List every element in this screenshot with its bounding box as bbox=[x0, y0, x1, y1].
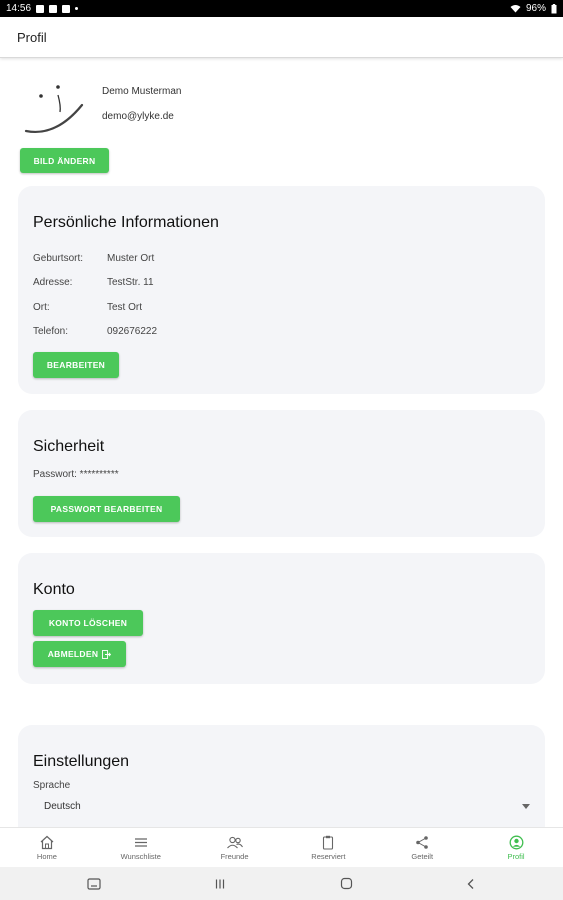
more-notifications-icon bbox=[75, 7, 79, 10]
nav-item-wishlist[interactable]: Wunschliste bbox=[94, 828, 188, 867]
language-select[interactable]: Deutsch bbox=[33, 795, 530, 817]
address-value: TestStr. 11 bbox=[107, 277, 154, 288]
chevron-down-icon bbox=[522, 803, 530, 809]
nav-label-home: Home bbox=[36, 851, 57, 861]
notification-icon bbox=[49, 4, 58, 13]
recent-apps-icon[interactable] bbox=[214, 878, 226, 890]
edit-password-button[interactable]: PASSWORT BEARBEITEN bbox=[33, 496, 180, 522]
user-name: Demo Musterman bbox=[102, 86, 182, 97]
wifi-icon bbox=[510, 5, 521, 13]
bottom-navigation: Home Wunschliste Freunde Reserviert Gete… bbox=[0, 827, 563, 867]
account-card: Konto KONTO LÖSCHEN ABMELDEN bbox=[18, 553, 545, 684]
birthplace-value: Muster Ort bbox=[107, 253, 155, 264]
account-title: Konto bbox=[33, 581, 75, 598]
nav-label-reserved: Reserviert bbox=[311, 851, 346, 861]
birthplace-label: Geburtsort: bbox=[33, 253, 84, 264]
settings-title: Einstellungen bbox=[33, 753, 130, 770]
system-navigation-bar bbox=[0, 867, 563, 900]
clipboard-icon bbox=[323, 835, 334, 850]
delete-account-button[interactable]: KONTO LÖSCHEN bbox=[33, 610, 143, 636]
home-icon bbox=[40, 835, 54, 849]
nav-item-friends[interactable]: Freunde bbox=[188, 828, 282, 867]
nav-label-profile: Profil bbox=[507, 851, 525, 861]
battery-icon bbox=[551, 3, 557, 13]
page-title: Profil bbox=[17, 29, 47, 45]
list-icon bbox=[134, 837, 147, 847]
notification-icon bbox=[36, 4, 45, 13]
profile-icon bbox=[509, 835, 523, 849]
share-icon bbox=[416, 835, 429, 849]
city-label: Ort: bbox=[33, 302, 50, 313]
nav-item-reserved[interactable]: Reserviert bbox=[281, 828, 375, 867]
nav-item-profile[interactable]: Profil bbox=[469, 828, 563, 867]
nav-item-shared[interactable]: Geteilt bbox=[375, 828, 469, 867]
logout-icon bbox=[102, 649, 112, 659]
profile-content[interactable]: Demo Musterman demo@ylyke.de BILD ÄNDERN… bbox=[0, 59, 563, 827]
keyboard-icon[interactable] bbox=[87, 877, 101, 890]
language-value: Deutsch bbox=[44, 800, 81, 812]
change-picture-button[interactable]: BILD ÄNDERN bbox=[20, 148, 109, 173]
city-value: Test Ort bbox=[107, 302, 143, 313]
logout-label: ABMELDEN bbox=[47, 649, 99, 659]
battery-level: 96% bbox=[525, 3, 546, 14]
home-button-icon[interactable] bbox=[340, 877, 353, 890]
edit-personal-info-button[interactable]: BEARBEITEN bbox=[33, 352, 119, 378]
logout-button[interactable]: ABMELDEN bbox=[33, 641, 126, 667]
personal-info-title: Persönliche Informationen bbox=[33, 214, 219, 231]
notification-icon bbox=[62, 4, 71, 13]
phone-value: 092676222 bbox=[107, 326, 158, 337]
security-title: Sicherheit bbox=[33, 438, 105, 455]
language-label: Sprache bbox=[33, 780, 71, 791]
password-text: Passwort: ********** bbox=[33, 469, 119, 480]
app-bar: Profil bbox=[0, 17, 563, 58]
nav-label-wishlist: Wunschliste bbox=[120, 851, 161, 861]
settings-card: Einstellungen Sprache Deutsch bbox=[18, 725, 545, 827]
user-email: demo@ylyke.de bbox=[102, 111, 174, 122]
back-icon[interactable] bbox=[466, 878, 476, 890]
personal-info-card: Persönliche Informationen Geburtsort: Mu… bbox=[18, 186, 545, 394]
address-label: Adresse: bbox=[33, 277, 73, 288]
avatar bbox=[24, 85, 84, 133]
status-bar: 14:56 96% bbox=[0, 0, 563, 17]
phone-label: Telefon: bbox=[33, 326, 69, 337]
friends-icon bbox=[226, 836, 243, 848]
nav-item-home[interactable]: Home bbox=[0, 828, 94, 867]
nav-label-friends: Freunde bbox=[220, 851, 249, 861]
nav-label-shared: Geteilt bbox=[411, 851, 434, 861]
security-card: Sicherheit Passwort: ********** PASSWORT… bbox=[18, 410, 545, 537]
status-time: 14:56 bbox=[6, 3, 32, 14]
